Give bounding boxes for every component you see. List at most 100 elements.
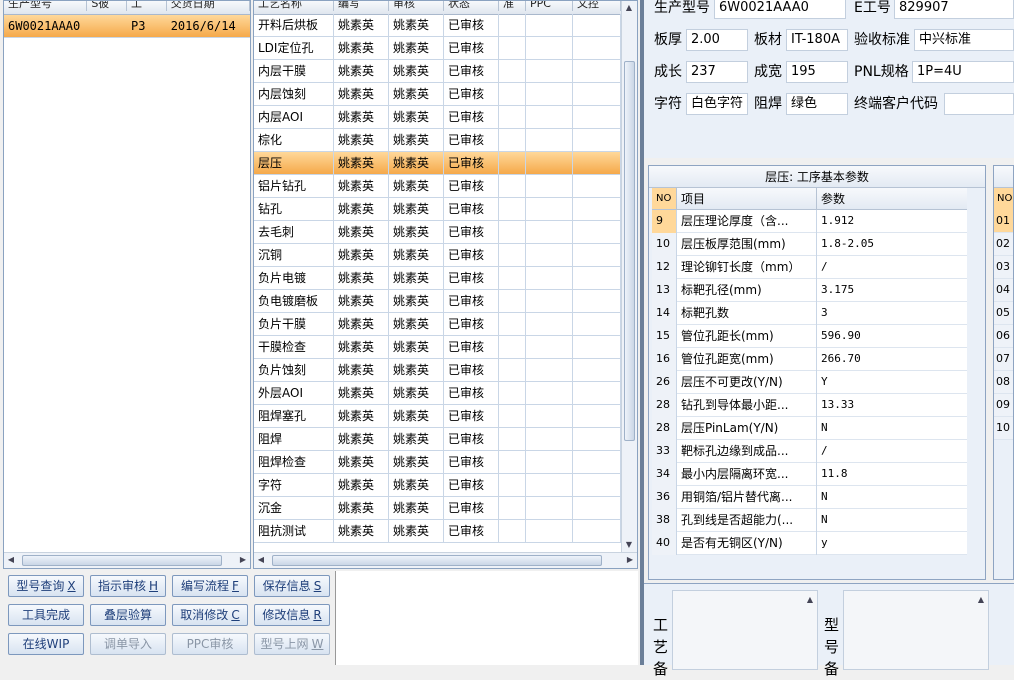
param-row[interactable]: 10 层压板厚范围(mm) 1.8-2.05	[652, 233, 967, 256]
process-grid-vscroll[interactable]: ▲ ▼	[621, 1, 637, 552]
scroll-up-icon[interactable]: ▲	[623, 1, 635, 15]
table-row[interactable]: 层压 姚素英 姚素英 已审核	[254, 152, 622, 175]
scroll-left-icon[interactable]: ◀	[5, 553, 17, 567]
param-row[interactable]: 12 理论铆钉长度（mm） /	[652, 256, 967, 279]
step-list-item[interactable]: 10	[994, 417, 1013, 440]
step-list-item[interactable]: 01	[994, 210, 1013, 233]
col-header-status[interactable]: 状态	[444, 1, 499, 11]
customer-field[interactable]	[944, 93, 1014, 115]
param-row[interactable]: 15 管位孔距长(mm) 596.90	[652, 325, 967, 348]
scroll-thumb[interactable]	[624, 61, 635, 441]
table-row[interactable]: 字符 姚素英 姚素英 已审核	[254, 474, 622, 497]
button-10[interactable]: PPC审核	[172, 633, 248, 655]
col-header-ppc[interactable]: PPC	[526, 1, 573, 11]
scroll-right-icon[interactable]: ▶	[237, 553, 249, 567]
material-field[interactable]: IT-180A	[786, 29, 848, 51]
scroll-thumb[interactable]	[22, 555, 222, 566]
param-row[interactable]: 13 标靶孔径(mm) 3.175	[652, 279, 967, 302]
step-list-item[interactable]: 02	[994, 233, 1013, 256]
col-header-model[interactable]: 生产型号	[4, 1, 88, 11]
button-9[interactable]: 调单导入	[90, 633, 166, 655]
step-list-item[interactable]: 09	[994, 394, 1013, 417]
table-row[interactable]: 开料后烘板 姚素英 姚素英 已审核	[254, 14, 622, 37]
col-header-date[interactable]: 交货日期	[167, 1, 250, 11]
table-row[interactable]: 阻焊塞孔 姚素英 姚素英 已审核	[254, 405, 622, 428]
step-list-item[interactable]: 05	[994, 302, 1013, 325]
length-field[interactable]: 237	[686, 61, 748, 83]
table-row[interactable]: 负电镀磨板 姚素英 姚素英 已审核	[254, 290, 622, 313]
button-8[interactable]: 在线WIP	[8, 633, 84, 655]
pnl-field[interactable]: 1P=4U	[912, 61, 1014, 83]
thickness-field[interactable]: 2.00	[686, 29, 748, 51]
button-3[interactable]: 保存信息 S	[254, 575, 330, 597]
scroll-thumb[interactable]	[272, 555, 602, 566]
table-row[interactable]: LDI定位孔 姚素英 姚素英 已审核	[254, 37, 622, 60]
model-remark-field[interactable]: ▲	[843, 590, 989, 670]
process-grid-hscroll[interactable]: ◀ ▶	[254, 552, 637, 568]
table-row[interactable]: 阻焊检查 姚素英 姚素英 已审核	[254, 451, 622, 474]
table-row[interactable]: 外层AOI 姚素英 姚素英 已审核	[254, 382, 622, 405]
param-row[interactable]: 38 孔到线是否超能力(... N	[652, 509, 967, 532]
table-row[interactable]: 负片干膜 姚素英 姚素英 已审核	[254, 313, 622, 336]
table-row[interactable]: 去毛刺 姚素英 姚素英 已审核	[254, 221, 622, 244]
param-row[interactable]: 28 钻孔到导体最小距... 13.33	[652, 394, 967, 417]
process-remark-field[interactable]: ▲	[672, 590, 818, 670]
scroll-left-icon[interactable]: ◀	[255, 553, 267, 567]
col-header-doc[interactable]: 文控	[573, 1, 621, 11]
button-1[interactable]: 指示审核 H	[90, 575, 166, 597]
table-row[interactable]: 沉金 姚素英 姚素英 已审核	[254, 497, 622, 520]
button-5[interactable]: 叠层验算	[90, 604, 166, 626]
param-row[interactable]: 28 层压PinLam(Y/N) N	[652, 417, 967, 440]
col-header-approve[interactable]: 准	[499, 1, 526, 11]
table-row[interactable]: 阻焊 姚素英 姚素英 已审核	[254, 428, 622, 451]
table-row[interactable]: 棕化 姚素英 姚素英 已审核	[254, 129, 622, 152]
width-field[interactable]: 195	[786, 61, 848, 83]
eno-field[interactable]: 829907	[894, 0, 1014, 19]
param-row[interactable]: 36 用铜箔/铝片替代离... N	[652, 486, 967, 509]
model-grid-hscroll[interactable]: ◀ ▶	[4, 552, 250, 568]
step-list-item[interactable]: 07	[994, 348, 1013, 371]
param-row[interactable]: 34 最小内层隔离环宽... 11.8	[652, 463, 967, 486]
button-4[interactable]: 工具完成	[8, 604, 84, 626]
table-row[interactable]: 内层干膜 姚素英 姚素英 已审核	[254, 60, 622, 83]
param-row[interactable]: 9 层压理论厚度（含... 1.912	[652, 210, 967, 233]
scroll-down-icon[interactable]: ▼	[623, 538, 635, 552]
button-6[interactable]: 取消修改 C	[172, 604, 248, 626]
table-row[interactable]: 干膜检查 姚素英 姚素英 已审核	[254, 336, 622, 359]
table-row[interactable]: 负片蚀刻 姚素英 姚素英 已审核	[254, 359, 622, 382]
param-row[interactable]: 26 层压不可更改(Y/N) Y	[652, 371, 967, 394]
param-row[interactable]: 33 靶标孔边缘到成品... /	[652, 440, 967, 463]
step-list-item[interactable]: 06	[994, 325, 1013, 348]
table-row[interactable]: 内层AOI 姚素英 姚素英 已审核	[254, 106, 622, 129]
scroll-up-icon[interactable]: ▲	[804, 593, 816, 607]
col-header-process[interactable]: 工	[127, 1, 167, 11]
table-row[interactable]: 铝片钻孔 姚素英 姚素英 已审核	[254, 175, 622, 198]
scroll-right-icon[interactable]: ▶	[624, 553, 636, 567]
param-row[interactable]: 14 标靶孔数 3	[652, 302, 967, 325]
standard-field[interactable]: 中兴标准	[914, 29, 1014, 51]
table-row[interactable]: 阻抗测试 姚素英 姚素英 已审核	[254, 520, 622, 543]
button-2[interactable]: 编写流程 F	[172, 575, 248, 597]
mask-field[interactable]: 绿色	[786, 93, 848, 115]
button-11[interactable]: 型号上网 W	[254, 633, 330, 655]
scroll-up-icon[interactable]: ▲	[975, 593, 987, 607]
model-field[interactable]: 6W0021AAA0	[714, 0, 846, 19]
button-7[interactable]: 修改信息 R	[254, 604, 330, 626]
col-header-reviewer[interactable]: 审核	[389, 1, 444, 11]
col-header-process-name[interactable]: 工艺名称	[254, 1, 334, 11]
table-row[interactable]: 沉铜 姚素英 姚素英 已审核	[254, 244, 622, 267]
step-list-item[interactable]: 04	[994, 279, 1013, 302]
char-field[interactable]: 白色字符	[686, 93, 748, 115]
model-grid[interactable]: 生产型号 S彼 工 交货日期 6W0021AAA0 P3 2016/6/14 ◀…	[3, 0, 251, 569]
table-row[interactable]: 钻孔 姚素英 姚素英 已审核	[254, 198, 622, 221]
button-0[interactable]: 型号查询 X	[8, 575, 84, 597]
col-header-s[interactable]: S彼	[87, 1, 127, 11]
table-row[interactable]: 负片电镀 姚素英 姚素英 已审核	[254, 267, 622, 290]
param-row[interactable]: 16 管位孔距宽(mm) 266.70	[652, 348, 967, 371]
table-row[interactable]: 6W0021AAA0 P3 2016/6/14	[4, 15, 250, 38]
step-list-item[interactable]: 03	[994, 256, 1013, 279]
param-row[interactable]: 40 是否有无铜区(Y/N) y	[652, 532, 967, 555]
col-header-author[interactable]: 编写	[334, 1, 389, 11]
step-list-item[interactable]: 08	[994, 371, 1013, 394]
process-grid[interactable]: 工艺名称 编写 审核 状态 准 PPC 文控 开料后烘板 姚素英 姚素英 已审核 LDI…	[253, 0, 638, 569]
